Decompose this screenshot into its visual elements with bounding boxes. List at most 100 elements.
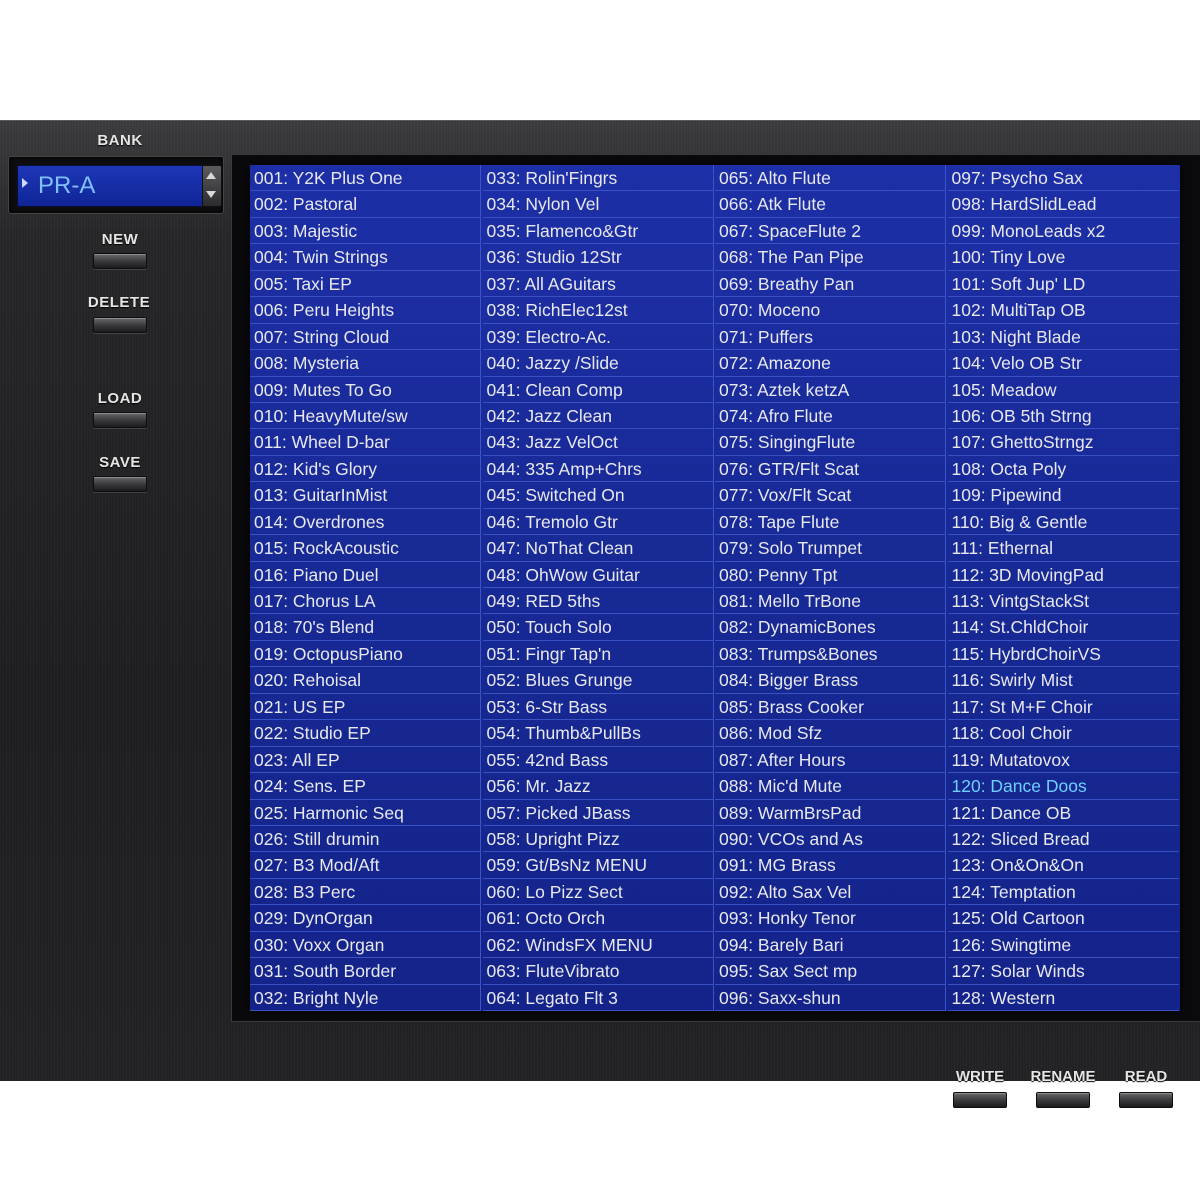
patch-row[interactable]: 066: Atk Flute bbox=[715, 191, 945, 218]
patch-row[interactable]: 093: Honky Tenor bbox=[715, 905, 945, 932]
patch-row[interactable]: 102: MultiTap OB bbox=[947, 297, 1179, 324]
patch-row[interactable]: 021: US EP bbox=[250, 694, 480, 721]
patch-row[interactable]: 045: Switched On bbox=[482, 482, 713, 509]
patch-row[interactable]: 125: Old Cartoon bbox=[947, 905, 1179, 932]
patch-row[interactable]: 072: Amazone bbox=[715, 350, 945, 377]
patch-row[interactable]: 007: String Cloud bbox=[250, 324, 480, 351]
patch-row[interactable]: 001: Y2K Plus One bbox=[250, 165, 480, 192]
patch-row[interactable]: 088: Mic'd Mute bbox=[715, 773, 945, 800]
patch-row[interactable]: 059: Gt/BsNz MENU bbox=[482, 852, 713, 879]
patch-row[interactable]: 029: DynOrgan bbox=[250, 905, 480, 932]
patch-row[interactable]: 109: Pipewind bbox=[947, 482, 1179, 509]
patch-row[interactable]: 017: Chorus LA bbox=[250, 588, 480, 615]
patch-row[interactable]: 082: DynamicBones bbox=[715, 614, 945, 641]
patch-row[interactable]: 008: Mysteria bbox=[250, 350, 480, 377]
patch-row[interactable]: 014: Overdrones bbox=[250, 509, 480, 536]
bank-stepper[interactable] bbox=[202, 165, 222, 207]
patch-row[interactable]: 084: Bigger Brass bbox=[715, 667, 945, 694]
patch-row[interactable]: 064: Legato Flt 3 bbox=[482, 985, 713, 1011]
patch-row[interactable]: 004: Twin Strings bbox=[250, 244, 480, 271]
patch-row[interactable]: 078: Tape Flute bbox=[715, 509, 945, 536]
patch-row[interactable]: 053: 6-Str Bass bbox=[482, 694, 713, 721]
patch-row[interactable]: 015: RockAcoustic bbox=[250, 535, 480, 562]
patch-row[interactable]: 071: Puffers bbox=[715, 324, 945, 351]
save-button[interactable] bbox=[93, 476, 147, 492]
patch-row[interactable]: 036: Studio 12Str bbox=[482, 244, 713, 271]
patch-row[interactable]: 074: Afro Flute bbox=[715, 403, 945, 430]
patch-row[interactable]: 076: GTR/Flt Scat bbox=[715, 456, 945, 483]
patch-row[interactable]: 086: Mod Sfz bbox=[715, 720, 945, 747]
patch-row[interactable]: 027: B3 Mod/Aft bbox=[250, 852, 480, 879]
read-button[interactable] bbox=[1119, 1092, 1173, 1108]
patch-row[interactable]: 123: On&On&On bbox=[947, 852, 1179, 879]
patch-row[interactable]: 031: South Border bbox=[250, 958, 480, 985]
patch-row[interactable]: 108: Octa Poly bbox=[947, 456, 1179, 483]
patch-row[interactable]: 012: Kid's Glory bbox=[250, 456, 480, 483]
write-button[interactable] bbox=[953, 1092, 1007, 1108]
patch-row[interactable]: 069: Breathy Pan bbox=[715, 271, 945, 298]
patch-row[interactable]: 077: Vox/Flt Scat bbox=[715, 482, 945, 509]
patch-row[interactable]: 079: Solo Trumpet bbox=[715, 535, 945, 562]
patch-row[interactable]: 051: Fingr Tap'n bbox=[482, 641, 713, 668]
patch-row[interactable]: 020: Rehoisal bbox=[250, 667, 480, 694]
patch-row[interactable]: 120: Dance Doos bbox=[947, 773, 1179, 800]
patch-row[interactable]: 104: Velo OB Str bbox=[947, 350, 1179, 377]
patch-row[interactable]: 090: VCOs and As bbox=[715, 826, 945, 853]
patch-row[interactable]: 061: Octo Orch bbox=[482, 905, 713, 932]
patch-row[interactable]: 037: All AGuitars bbox=[482, 271, 713, 298]
patch-row[interactable]: 005: Taxi EP bbox=[250, 271, 480, 298]
patch-row[interactable]: 092: Alto Sax Vel bbox=[715, 879, 945, 906]
patch-row[interactable]: 010: HeavyMute/sw bbox=[250, 403, 480, 430]
patch-row[interactable]: 039: Electro-Ac. bbox=[482, 324, 713, 351]
patch-row[interactable]: 032: Bright Nyle bbox=[250, 985, 480, 1011]
patch-row[interactable]: 006: Peru Heights bbox=[250, 297, 480, 324]
new-button[interactable] bbox=[93, 253, 147, 269]
patch-row[interactable]: 091: MG Brass bbox=[715, 852, 945, 879]
patch-row[interactable]: 011: Wheel D-bar bbox=[250, 429, 480, 456]
patch-row[interactable]: 023: All EP bbox=[250, 747, 480, 774]
load-button[interactable] bbox=[93, 412, 147, 428]
patch-row[interactable]: 041: Clean Comp bbox=[482, 377, 713, 403]
patch-row[interactable]: 101: Soft Jup' LD bbox=[947, 271, 1179, 298]
arrow-up-icon[interactable] bbox=[206, 172, 216, 179]
patch-row[interactable]: 068: The Pan Pipe bbox=[715, 244, 945, 271]
patch-row[interactable]: 110: Big & Gentle bbox=[947, 509, 1179, 536]
rename-button[interactable] bbox=[1036, 1092, 1090, 1108]
patch-row[interactable]: 019: OctopusPiano bbox=[250, 641, 480, 668]
patch-row[interactable]: 038: RichElec12st bbox=[482, 297, 713, 324]
patch-row[interactable]: 119: Mutatovox bbox=[947, 747, 1179, 774]
patch-row[interactable]: 127: Solar Winds bbox=[947, 958, 1179, 985]
patch-row[interactable]: 056: Mr. Jazz bbox=[482, 773, 713, 800]
patch-row[interactable]: 044: 335 Amp+Chrs bbox=[482, 456, 713, 483]
patch-row[interactable]: 118: Cool Choir bbox=[947, 720, 1179, 747]
patch-row[interactable]: 112: 3D MovingPad bbox=[947, 562, 1179, 588]
patch-row[interactable]: 003: Majestic bbox=[250, 218, 480, 245]
patch-row[interactable]: 025: Harmonic Seq bbox=[250, 800, 480, 826]
patch-row[interactable]: 060: Lo Pizz Sect bbox=[482, 879, 713, 906]
patch-row[interactable]: 075: SingingFlute bbox=[715, 429, 945, 456]
delete-button[interactable] bbox=[93, 317, 147, 333]
patch-row[interactable]: 099: MonoLeads x2 bbox=[947, 218, 1179, 245]
patch-row[interactable]: 089: WarmBrsPad bbox=[715, 800, 945, 826]
patch-row[interactable]: 057: Picked JBass bbox=[482, 800, 713, 826]
patch-row[interactable]: 018: 70's Blend bbox=[250, 614, 480, 641]
patch-row[interactable]: 113: VintgStackSt bbox=[947, 588, 1179, 615]
arrow-down-icon[interactable] bbox=[206, 191, 216, 198]
patch-row[interactable]: 028: B3 Perc bbox=[250, 879, 480, 906]
patch-row[interactable]: 013: GuitarInMist bbox=[250, 482, 480, 509]
patch-row[interactable]: 002: Pastoral bbox=[250, 191, 480, 218]
patch-row[interactable]: 054: Thumb&PullBs bbox=[482, 720, 713, 747]
patch-row[interactable]: 049: RED 5ths bbox=[482, 588, 713, 615]
patch-row[interactable]: 035: Flamenco&Gtr bbox=[482, 218, 713, 245]
patch-row[interactable]: 040: Jazzy /Slide bbox=[482, 350, 713, 377]
patch-row[interactable]: 058: Upright Pizz bbox=[482, 826, 713, 853]
patch-row[interactable]: 080: Penny Tpt bbox=[715, 562, 945, 588]
patch-row[interactable]: 116: Swirly Mist bbox=[947, 667, 1179, 694]
patch-row[interactable]: 094: Barely Bari bbox=[715, 932, 945, 959]
patch-row[interactable]: 034: Nylon Vel bbox=[482, 191, 713, 218]
patch-row[interactable]: 128: Western bbox=[947, 985, 1179, 1011]
patch-row[interactable]: 121: Dance OB bbox=[947, 800, 1179, 826]
patch-row[interactable]: 052: Blues Grunge bbox=[482, 667, 713, 694]
patch-row[interactable]: 087: After Hours bbox=[715, 747, 945, 774]
patch-row[interactable]: 103: Night Blade bbox=[947, 324, 1179, 351]
